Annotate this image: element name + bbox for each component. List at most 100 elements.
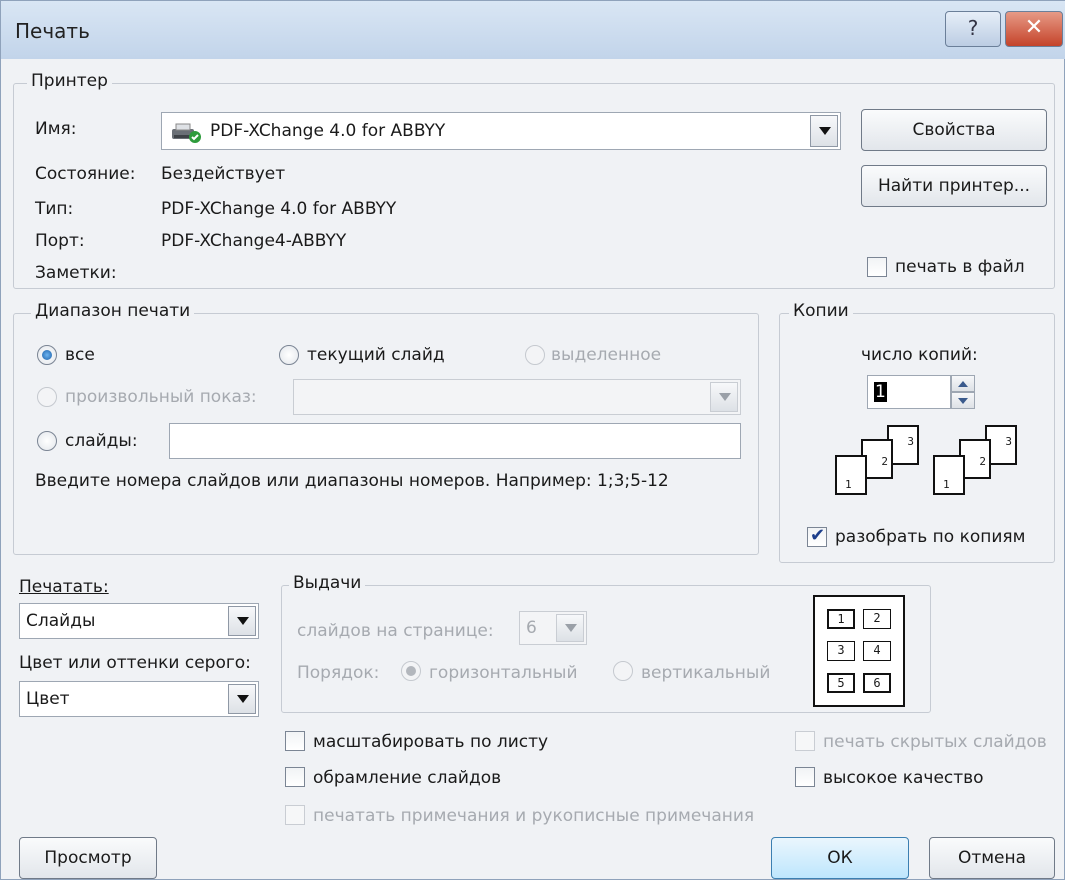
range-slides-label[interactable]: слайды: bbox=[65, 431, 138, 451]
handout-preview: 1 2 3 4 5 6 bbox=[813, 595, 905, 707]
frame-slides-label[interactable]: обрамление слайдов bbox=[313, 768, 501, 788]
close-button[interactable]: ✕ bbox=[1005, 11, 1063, 47]
print-range-label: Диапазон печати bbox=[31, 301, 195, 321]
properties-button[interactable]: Свойства bbox=[861, 109, 1047, 151]
page-number: 3 bbox=[907, 435, 914, 448]
port-label: Порт: bbox=[35, 231, 85, 251]
frame-slides-checkbox[interactable] bbox=[285, 767, 305, 787]
scale-to-fit-label[interactable]: масштабировать по листу bbox=[313, 732, 548, 752]
range-selection-label[interactable]: выделенное bbox=[551, 345, 661, 365]
copies-group-label: Копии bbox=[789, 301, 853, 321]
handout-cell: 6 bbox=[863, 673, 891, 693]
chevron-down-icon[interactable] bbox=[810, 115, 838, 147]
help-button[interactable]: ? bbox=[945, 11, 1001, 47]
port-value: PDF-XChange4-ABBYY bbox=[161, 231, 347, 251]
printer-name-value: PDF-XChange 4.0 for ABBYY bbox=[210, 121, 446, 141]
type-label: Тип: bbox=[35, 199, 74, 219]
print-to-file-label[interactable]: печать в файл bbox=[895, 257, 1025, 277]
print-to-file-checkbox[interactable] bbox=[867, 257, 887, 277]
scale-to-fit-checkbox[interactable] bbox=[285, 731, 305, 751]
order-horizontal-radio[interactable] bbox=[401, 661, 421, 681]
properties-button-label: Свойства bbox=[912, 120, 996, 140]
range-custom-show-radio[interactable] bbox=[37, 387, 57, 407]
type-value: PDF-XChange 4.0 for ABBYY bbox=[161, 199, 397, 219]
handout-cell: 1 bbox=[827, 609, 855, 629]
print-what-select[interactable]: Слайды bbox=[19, 603, 259, 639]
status-label: Состояние: bbox=[35, 164, 136, 184]
chevron-down-icon[interactable] bbox=[228, 684, 256, 714]
range-all-radio[interactable] bbox=[37, 345, 57, 365]
cancel-button-label: Отмена bbox=[957, 848, 1027, 868]
find-printer-button[interactable]: Найти принтер... bbox=[861, 165, 1047, 207]
status-value: Бездействует bbox=[161, 164, 286, 184]
printer-icon bbox=[170, 121, 202, 143]
chevron-down-icon[interactable] bbox=[556, 614, 584, 642]
print-what-value: Слайды bbox=[26, 611, 96, 631]
color-select[interactable]: Цвет bbox=[19, 681, 259, 717]
slides-per-page-label: слайдов на странице: bbox=[297, 621, 494, 641]
slides-per-page-select[interactable]: 6 bbox=[519, 611, 587, 645]
handouts-group-label: Выдачи bbox=[289, 573, 366, 593]
color-label: Цвет или оттенки серого: bbox=[19, 653, 251, 673]
slides-per-page-value: 6 bbox=[526, 618, 537, 638]
printer-group-label: Принтер bbox=[27, 71, 112, 91]
order-horizontal-label[interactable]: горизонтальный bbox=[429, 663, 578, 683]
slides-range-input[interactable] bbox=[169, 423, 741, 459]
range-current-slide-label[interactable]: текущий слайд bbox=[307, 345, 445, 365]
print-comments-checkbox[interactable] bbox=[285, 805, 305, 825]
collate-illustration: 3 2 1 3 2 1 bbox=[831, 425, 1031, 509]
notes-label: Заметки: bbox=[35, 263, 117, 283]
copies-spin-up[interactable] bbox=[951, 375, 975, 392]
chevron-down-icon[interactable] bbox=[710, 382, 738, 412]
range-all-label[interactable]: все bbox=[65, 345, 95, 365]
copies-spin-down[interactable] bbox=[951, 392, 975, 409]
close-icon: ✕ bbox=[1024, 15, 1044, 40]
print-what-label: Печатать: bbox=[19, 577, 109, 597]
collate-page-1: 1 bbox=[835, 455, 867, 495]
help-icon: ? bbox=[967, 16, 979, 40]
print-hidden-slides-checkbox[interactable] bbox=[795, 731, 815, 751]
page-number: 1 bbox=[845, 478, 852, 491]
printer-name-select[interactable]: PDF-XChange 4.0 for ABBYY bbox=[161, 112, 841, 150]
range-custom-show-label[interactable]: произвольный показ: bbox=[65, 387, 257, 407]
copies-count-input[interactable]: 1 bbox=[867, 375, 951, 409]
range-current-slide-radio[interactable] bbox=[279, 345, 299, 365]
find-printer-button-label: Найти принтер... bbox=[877, 176, 1031, 196]
title-bar: Печать ? ✕ bbox=[1, 1, 1065, 59]
cancel-button[interactable]: Отмена bbox=[929, 837, 1055, 879]
print-dialog: Печать ? ✕ Принтер Имя: PDF-XChange 4.0 … bbox=[0, 0, 1065, 880]
print-comments-label[interactable]: печатать примечания и рукописные примеча… bbox=[313, 806, 754, 826]
range-selection-radio[interactable] bbox=[525, 345, 545, 365]
order-vertical-radio[interactable] bbox=[613, 661, 633, 681]
page-number: 3 bbox=[1005, 435, 1012, 448]
chevron-down-icon bbox=[958, 398, 968, 404]
page-number: 2 bbox=[979, 455, 986, 468]
print-hidden-slides-label[interactable]: печать скрытых слайдов bbox=[823, 732, 1047, 752]
preview-button[interactable]: Просмотр bbox=[19, 837, 157, 879]
handout-cell: 5 bbox=[827, 673, 855, 693]
high-quality-checkbox[interactable] bbox=[795, 767, 815, 787]
custom-show-select[interactable] bbox=[293, 379, 741, 415]
range-slides-radio[interactable] bbox=[37, 431, 57, 451]
order-label: Порядок: bbox=[297, 663, 380, 683]
ok-button-label: ОК bbox=[827, 848, 853, 868]
collate-label[interactable]: разобрать по копиям bbox=[835, 527, 1025, 547]
high-quality-label[interactable]: высокое качество bbox=[823, 768, 984, 788]
page-number: 1 bbox=[943, 478, 950, 491]
chevron-up-icon bbox=[958, 381, 968, 387]
handout-cell: 3 bbox=[827, 641, 855, 661]
handout-cell: 4 bbox=[863, 641, 891, 661]
ok-button[interactable]: ОК bbox=[771, 837, 909, 879]
copies-count-value: 1 bbox=[874, 382, 887, 402]
chevron-down-icon[interactable] bbox=[228, 606, 256, 636]
range-hint-text: Введите номера слайдов или диапазоны ном… bbox=[35, 471, 669, 491]
color-value: Цвет bbox=[26, 689, 70, 709]
order-vertical-label[interactable]: вертикальный bbox=[641, 663, 770, 683]
handout-cell: 2 bbox=[863, 609, 891, 629]
printer-name-label: Имя: bbox=[35, 119, 77, 139]
window-title: Печать bbox=[15, 19, 90, 43]
page-number: 2 bbox=[881, 455, 888, 468]
preview-button-label: Просмотр bbox=[44, 848, 132, 868]
collate-checkbox[interactable] bbox=[807, 525, 827, 547]
copies-count-label: число копий: bbox=[861, 345, 978, 365]
